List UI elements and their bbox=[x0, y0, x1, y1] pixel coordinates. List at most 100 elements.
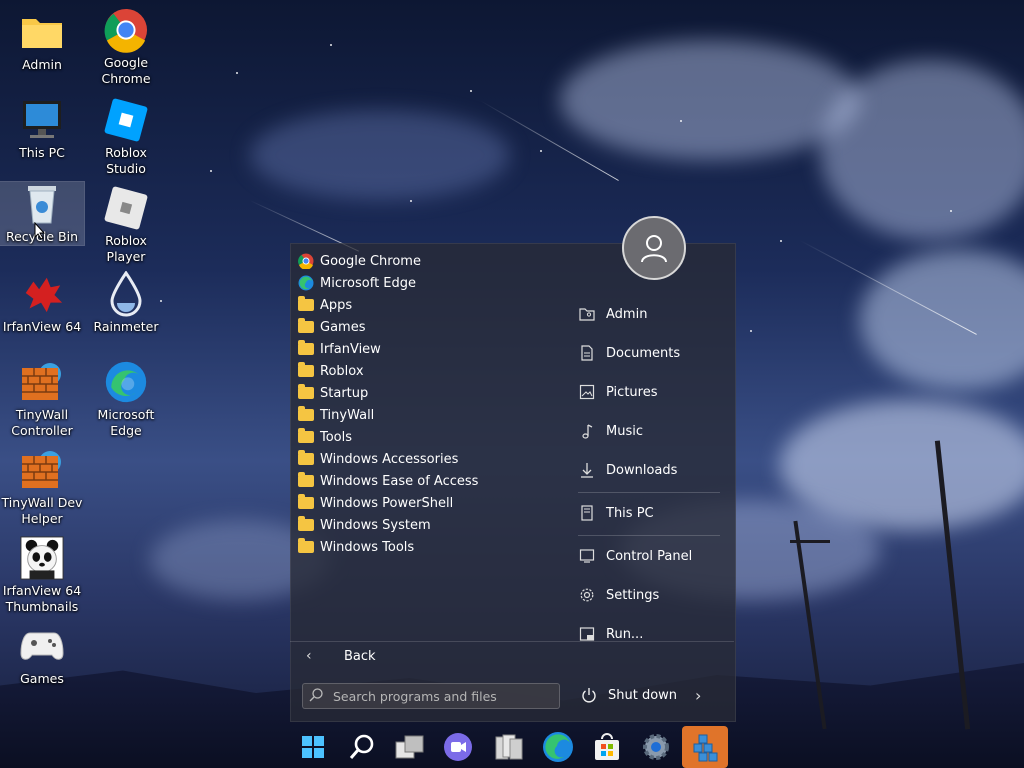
program-label: Apps bbox=[320, 297, 353, 313]
desktop-icon-label: Roblox Player bbox=[105, 233, 147, 264]
program-label: Windows System bbox=[320, 517, 431, 533]
program-item-irfanview[interactable]: IrfanView bbox=[298, 338, 381, 360]
program-label: TinyWall bbox=[320, 407, 375, 423]
desktop-icon-label: TinyWall Dev Helper bbox=[1, 495, 83, 526]
roblox-studio-icon bbox=[104, 98, 148, 142]
divider bbox=[578, 535, 720, 536]
program-item-games[interactable]: Games bbox=[298, 316, 365, 338]
edge-icon bbox=[298, 275, 314, 291]
panda-icon bbox=[20, 536, 64, 580]
start-link-admin[interactable]: Admin bbox=[578, 302, 647, 326]
run-icon bbox=[578, 625, 596, 643]
taskbar-settings-button[interactable] bbox=[636, 727, 676, 767]
desktop-icon-label: Admin bbox=[22, 57, 62, 72]
folder-icon bbox=[298, 494, 314, 511]
start-link-this-pc[interactable]: This PC bbox=[578, 501, 654, 525]
store-button[interactable] bbox=[587, 727, 627, 767]
program-item-google-chrome[interactable]: Google Chrome bbox=[298, 250, 421, 272]
picture-icon bbox=[578, 383, 596, 401]
program-label: IrfanView bbox=[320, 341, 381, 357]
taskbar-edge-button[interactable] bbox=[538, 727, 578, 767]
chat-button[interactable] bbox=[438, 727, 478, 767]
program-item-windows-ease-of-access[interactable]: Windows Ease of Access bbox=[298, 470, 478, 492]
desktop-icon-roblox-studio[interactable]: Roblox Studio bbox=[84, 98, 168, 177]
chrome-icon bbox=[298, 253, 314, 270]
irfanview-icon bbox=[20, 272, 64, 316]
mouse-cursor bbox=[34, 221, 46, 244]
user-icon bbox=[641, 235, 667, 263]
desktop-icon-irfanview-64[interactable]: IrfanView 64 bbox=[0, 272, 84, 335]
program-item-windows-powershell[interactable]: Windows PowerShell bbox=[298, 492, 453, 514]
start-button[interactable] bbox=[293, 727, 333, 767]
user-avatar[interactable] bbox=[622, 216, 686, 280]
desktop-icon-label: TinyWall Controller bbox=[11, 407, 73, 438]
start-icon bbox=[302, 736, 324, 758]
back-button[interactable]: ‹ Back bbox=[306, 645, 376, 667]
desktop-icon-rainmeter[interactable]: Rainmeter bbox=[84, 271, 168, 335]
search-icon bbox=[349, 734, 374, 759]
desktop-icon-roblox-player[interactable]: Roblox Player bbox=[84, 186, 168, 265]
desktop-icon-microsoft-edge[interactable]: Microsoft Edge bbox=[84, 360, 168, 439]
program-item-tinywall[interactable]: TinyWall bbox=[298, 404, 374, 426]
folder-icon bbox=[298, 472, 314, 489]
search-icon bbox=[309, 687, 323, 706]
file-explorer-button[interactable] bbox=[489, 727, 529, 767]
blocks-app-button[interactable] bbox=[682, 726, 728, 768]
search-input[interactable] bbox=[331, 687, 545, 705]
start-link-downloads[interactable]: Downloads bbox=[578, 458, 677, 482]
search-box[interactable] bbox=[302, 683, 560, 709]
folder-icon bbox=[20, 10, 64, 54]
start-link-settings[interactable]: Settings bbox=[578, 583, 659, 607]
gamepad-icon bbox=[20, 624, 64, 668]
program-label: Tools bbox=[320, 429, 353, 445]
gear-icon bbox=[578, 586, 596, 604]
desktop-icon-tinywall-controller[interactable]: TinyWall Controller bbox=[0, 360, 84, 439]
program-item-microsoft-edge[interactable]: Microsoft Edge bbox=[298, 272, 416, 294]
taskbar-search-button[interactable] bbox=[342, 727, 382, 767]
program-item-windows-system[interactable]: Windows System bbox=[298, 514, 431, 536]
desktop-icon-label: IrfanView 64 bbox=[2, 319, 82, 334]
program-item-apps[interactable]: Apps bbox=[298, 294, 352, 316]
folder-icon bbox=[298, 384, 314, 401]
start-link-label: Documents bbox=[606, 345, 681, 361]
start-link-control-panel[interactable]: Control Panel bbox=[578, 544, 692, 568]
folder-icon bbox=[298, 428, 314, 445]
desktop-icon-this-pc[interactable]: This PC bbox=[0, 98, 84, 161]
program-item-windows-accessories[interactable]: Windows Accessories bbox=[298, 448, 458, 470]
start-link-music[interactable]: Music bbox=[578, 419, 643, 443]
desktop-icon-admin[interactable]: Admin bbox=[0, 10, 84, 73]
program-item-tools[interactable]: Tools bbox=[298, 426, 352, 448]
chat-icon bbox=[444, 733, 472, 761]
start-link-pictures[interactable]: Pictures bbox=[578, 380, 657, 404]
chevron-right-icon[interactable]: › bbox=[695, 686, 701, 705]
folder-icon bbox=[298, 296, 314, 313]
program-label: Windows Tools bbox=[320, 539, 415, 555]
download-icon bbox=[578, 461, 596, 479]
computer-icon bbox=[578, 504, 596, 522]
program-item-startup[interactable]: Startup bbox=[298, 382, 368, 404]
desktop-icon-label: Games bbox=[20, 671, 64, 686]
desktop-icon-irfanview-64-thumbnails[interactable]: IrfanView 64 Thumbnails bbox=[0, 536, 84, 615]
file-explorer-icon bbox=[495, 734, 523, 760]
document-icon bbox=[578, 344, 596, 362]
folder-icon bbox=[298, 318, 314, 335]
desktop-icon-label: This PC bbox=[19, 145, 65, 160]
start-link-run[interactable]: Run... bbox=[578, 622, 643, 646]
task-view-button[interactable] bbox=[390, 727, 430, 767]
desktop-icon-label: IrfanView 64 Thumbnails bbox=[2, 583, 82, 614]
edge-icon bbox=[104, 360, 148, 404]
desktop-icon-games[interactable]: Games bbox=[0, 624, 84, 687]
start-link-label: This PC bbox=[606, 505, 654, 521]
program-label: Roblox bbox=[320, 363, 364, 379]
shutdown-button[interactable]: Shut down › bbox=[580, 683, 701, 707]
desktop-icon-google-chrome[interactable]: Google Chrome bbox=[84, 8, 168, 87]
program-item-roblox[interactable]: Roblox bbox=[298, 360, 364, 382]
program-label: Windows Ease of Access bbox=[320, 473, 479, 489]
program-label: Games bbox=[320, 319, 366, 335]
program-item-windows-tools[interactable]: Windows Tools bbox=[298, 536, 414, 558]
shutdown-label: Shut down bbox=[608, 687, 678, 703]
user-folder-icon bbox=[578, 305, 596, 323]
start-link-documents[interactable]: Documents bbox=[578, 341, 680, 365]
desktop-icon-tinywall-dev-helper[interactable]: TinyWall Dev Helper bbox=[0, 448, 84, 527]
folder-icon bbox=[298, 516, 314, 533]
